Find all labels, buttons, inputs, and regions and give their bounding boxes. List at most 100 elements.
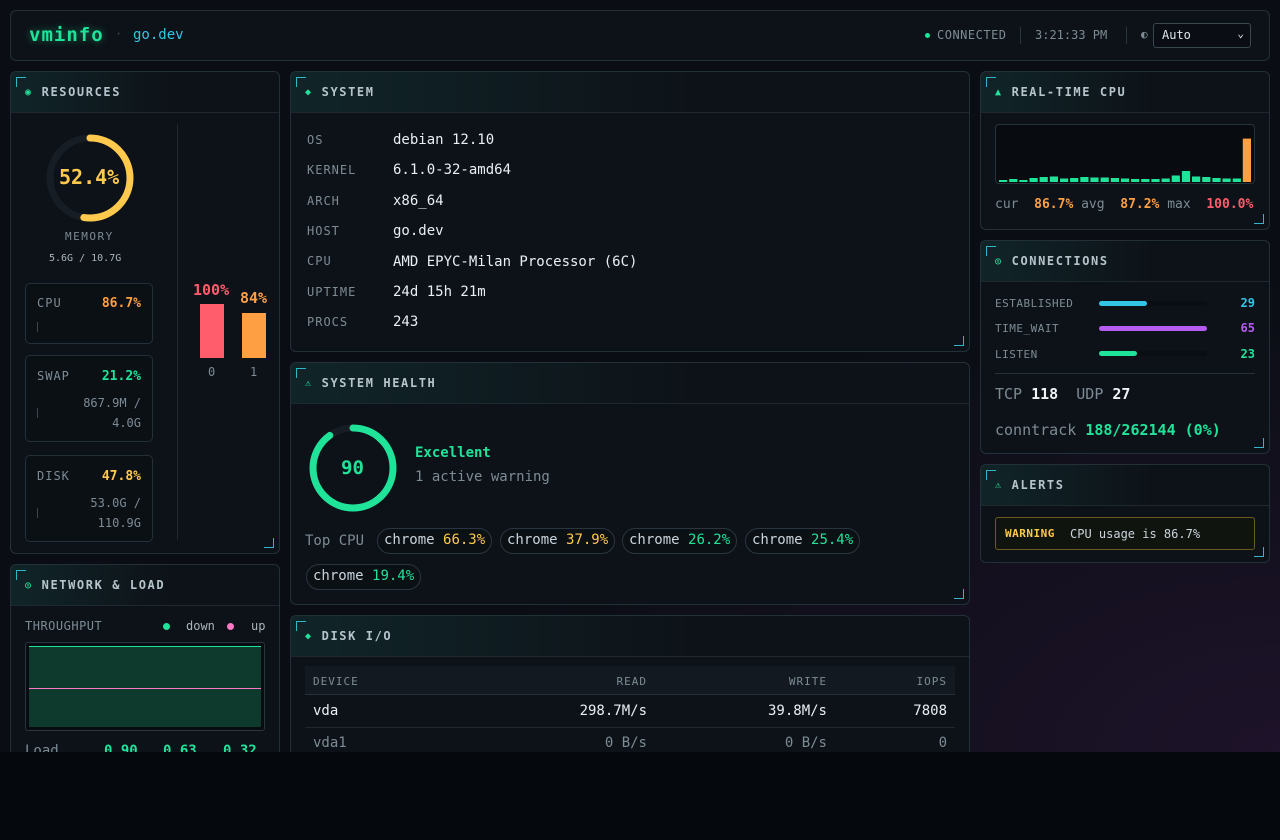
- cpu-history-bar: [1232, 178, 1241, 182]
- top-cpu-chip[interactable]: chrome 66.3%: [377, 528, 493, 554]
- corner-decoration: [986, 246, 996, 256]
- process-name: chrome: [752, 532, 803, 548]
- theme-select[interactable]: Auto ⌄: [1153, 23, 1251, 48]
- process-cpu: 26.2%: [688, 532, 731, 548]
- top-cpu-chip[interactable]: chrome 37.9%: [500, 528, 616, 554]
- process-name: chrome: [384, 532, 435, 548]
- state-bar: [1099, 301, 1207, 306]
- swap-label: SWAP: [37, 369, 70, 383]
- legend-down-dot-icon: [163, 623, 170, 630]
- write-rate: 39.8M/s: [767, 703, 827, 719]
- globe-icon: ◎: [995, 255, 1003, 267]
- load-label: Load: [25, 743, 59, 752]
- corner-decoration: [296, 77, 306, 87]
- top-cpu-chip[interactable]: chrome 26.2%: [622, 528, 738, 554]
- panel-title: CONNECTIONS: [1011, 254, 1109, 268]
- system-value-uptime: 24d 15h 21m: [393, 284, 486, 300]
- cpu-history-bar: [1151, 179, 1160, 182]
- system-value-arch: x86_64: [393, 193, 444, 209]
- conntrack-label: conntrack: [995, 421, 1077, 439]
- corner-decoration: [16, 77, 26, 87]
- cur-value: 86.7%: [1034, 197, 1074, 212]
- cpu-stats: cur 86.7% avg 87.2% max 100.0%: [995, 197, 1253, 212]
- disk-label: DISK: [37, 469, 70, 483]
- cpu-history-bar: [999, 180, 1008, 182]
- state-label: ESTABLISHED: [995, 297, 1074, 310]
- divider: [177, 124, 178, 540]
- connection-status: CONNECTED: [937, 28, 1007, 42]
- core-0-percent: 100%: [193, 281, 230, 299]
- system-key-host: HOST: [307, 224, 340, 238]
- top-cpu-chip[interactable]: chrome 19.4%: [306, 564, 422, 590]
- udp-label: UDP: [1076, 385, 1104, 403]
- cur-label: cur: [995, 197, 1019, 212]
- cpu-history-bar: [1131, 179, 1140, 182]
- load-5m: 0.63: [163, 743, 197, 752]
- cpu-history-bar: [1039, 177, 1048, 182]
- cpu-history-bar: [1242, 138, 1251, 182]
- realtime-cpu-panel: ▲ REAL-TIME CPU cur 86.7% avg 87.2% max …: [980, 71, 1270, 230]
- panel-title: DISK I/O: [321, 629, 393, 643]
- alert-item[interactable]: WARNING CPU usage is 86.7%: [995, 517, 1255, 550]
- core-1-percent: 84%: [240, 289, 268, 307]
- system-panel: ◆ SYSTEM OS debian 12.10 KERNEL 6.1.0-32…: [290, 71, 970, 352]
- cpu-history-chart: [995, 124, 1255, 184]
- cpu-card: CPU 86.7%: [25, 283, 153, 344]
- system-key-kernel: KERNEL: [307, 163, 357, 177]
- brand-separator: ·: [115, 27, 123, 41]
- cpu-history-bar: [1110, 178, 1119, 182]
- tcp-label: TCP: [995, 385, 1023, 403]
- swap-usage-total: 4.0G: [112, 416, 141, 430]
- system-value-procs: 243: [393, 314, 419, 330]
- resources-panel: ◉ RESOURCES 52.4% MEMORY 5.6G / 10.7G CP…: [10, 71, 280, 554]
- globe-icon: ◎: [25, 579, 33, 591]
- cpu-history-bar: [1060, 178, 1069, 182]
- corner-decoration: [296, 621, 306, 631]
- health-score: 90: [341, 457, 364, 479]
- panel-title: REAL-TIME CPU: [1011, 85, 1127, 99]
- memory-percent: 52.4%: [59, 165, 120, 189]
- core-1-id: 1: [250, 365, 258, 379]
- top-cpu-label: Top CPU: [305, 533, 365, 549]
- alerts-panel: ⚠ ALERTS WARNING CPU usage is 86.7%: [980, 464, 1270, 563]
- load-1m: 0.90: [104, 743, 138, 752]
- system-key-procs: PROCS: [307, 315, 349, 329]
- tcp-count: 118: [1031, 385, 1059, 403]
- disk-percent: 47.8%: [101, 469, 141, 484]
- corner-decoration: [1254, 214, 1264, 224]
- swap-sparkline: [37, 408, 38, 418]
- panel-header: ◎ NETWORK & LOAD: [11, 565, 279, 606]
- alert-message: CPU usage is 86.7%: [1070, 527, 1201, 541]
- system-key-arch: ARCH: [307, 194, 340, 208]
- top-cpu-chip[interactable]: chrome 25.4%: [745, 528, 861, 554]
- clock: 3:21:33 PM: [1035, 28, 1108, 42]
- cpu-history-bar: [1171, 175, 1180, 182]
- panel-title: RESOURCES: [41, 85, 122, 99]
- cpu-percent: 86.7%: [101, 296, 141, 311]
- corner-decoration: [16, 570, 26, 580]
- system-value-cpu: AMD EPYC-Milan Processor (6C): [393, 254, 638, 270]
- cpu-history-bar: [1192, 176, 1201, 182]
- disk-usage-total: 110.9G: [97, 516, 141, 530]
- read-rate: 298.7M/s: [579, 703, 647, 719]
- process-name: chrome: [313, 568, 364, 584]
- panel-header: ▲ REAL-TIME CPU: [981, 72, 1269, 113]
- corner-decoration: [986, 470, 996, 480]
- process-name: chrome: [629, 532, 680, 548]
- conntrack-value: 188/262144 (0%): [1085, 421, 1221, 439]
- panel-header: ◉ RESOURCES: [11, 72, 279, 113]
- avg-value: 87.2%: [1120, 197, 1160, 212]
- load-15m: 0.32: [223, 743, 257, 752]
- cpu-history-bar: [1181, 171, 1191, 182]
- state-count: 23: [1240, 347, 1255, 361]
- circle-dot-icon: ◉: [25, 86, 33, 98]
- cpu-history-bar: [1222, 178, 1231, 182]
- dashboard: vminfo · go.dev CONNECTED 3:21:33 PM ◐ A…: [0, 0, 1280, 752]
- core-1-bar: [242, 313, 266, 358]
- corner-decoration: [264, 538, 274, 548]
- write-rate: 0 B/s: [784, 735, 827, 751]
- system-key-uptime: UPTIME: [307, 285, 357, 299]
- avg-label: avg: [1081, 197, 1105, 212]
- panel-title: SYSTEM HEALTH: [321, 376, 437, 390]
- panel-header: ⚠ ALERTS: [981, 465, 1269, 506]
